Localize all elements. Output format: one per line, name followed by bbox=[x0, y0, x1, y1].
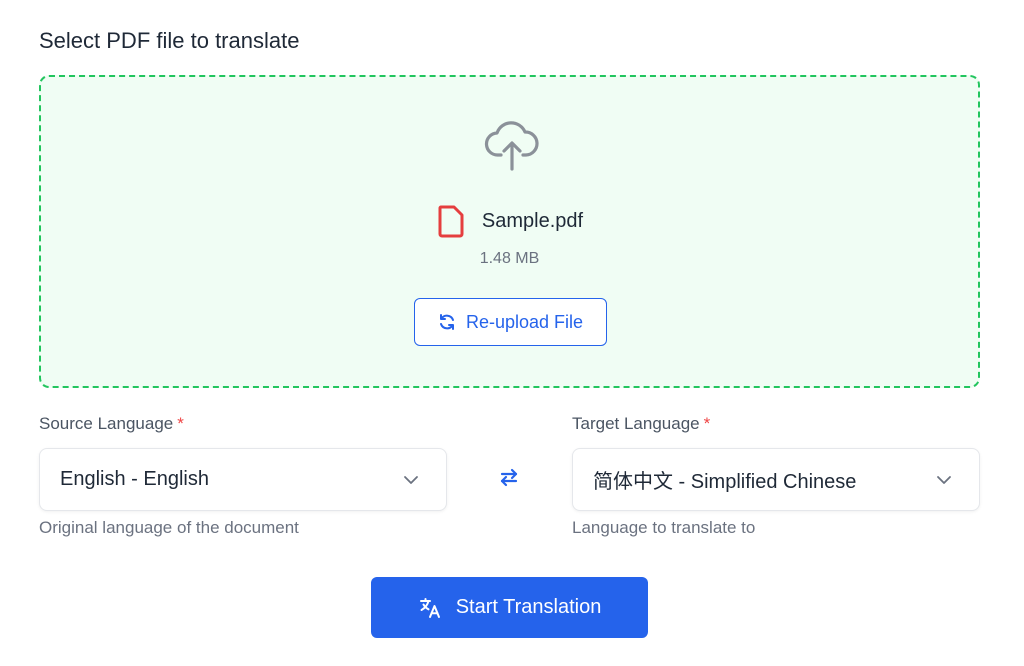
file-size: 1.48 MB bbox=[479, 250, 540, 267]
source-language-label-text: Source Language bbox=[39, 414, 174, 433]
required-mark: * bbox=[177, 414, 184, 433]
source-language-label: Source Language * bbox=[39, 414, 184, 434]
source-language-select[interactable]: English - English bbox=[39, 448, 447, 511]
target-language-label: Target Language * bbox=[572, 414, 710, 434]
section-title: Select PDF file to translate bbox=[39, 28, 300, 53]
reupload-label: Re-upload File bbox=[465, 311, 584, 332]
swap-arrows-icon bbox=[498, 466, 520, 493]
chevron-down-icon bbox=[935, 471, 953, 489]
required-mark: * bbox=[703, 414, 711, 433]
start-translation-label: Start Translation bbox=[455, 596, 602, 618]
target-language-value: 简体中文 - Simplified Chinese bbox=[593, 471, 857, 493]
source-language-helper: Original language of the document bbox=[39, 518, 299, 537]
pdf-file-icon bbox=[436, 203, 466, 239]
cloud-upload-icon bbox=[484, 117, 540, 173]
start-translation-button[interactable]: Start Translation bbox=[371, 577, 648, 638]
reupload-button[interactable]: Re-upload File bbox=[414, 298, 607, 346]
source-language-value: English - English bbox=[60, 468, 209, 490]
translate-icon bbox=[418, 596, 442, 620]
target-language-select[interactable]: 简体中文 - Simplified Chinese bbox=[572, 448, 980, 511]
target-language-label-text: Target Language bbox=[572, 414, 700, 433]
swap-languages-button[interactable] bbox=[492, 462, 526, 496]
chevron-down-icon bbox=[402, 471, 420, 489]
file-name: Sample.pdf bbox=[481, 209, 584, 232]
refresh-icon bbox=[438, 313, 456, 331]
selected-file: Sample.pdf bbox=[41, 203, 978, 239]
translate-page: Select PDF file to translate Sample.pdf … bbox=[0, 0, 1024, 666]
file-dropzone[interactable]: Sample.pdf 1.48 MB Re-upload File bbox=[39, 75, 980, 388]
target-language-helper: Language to translate to bbox=[572, 518, 756, 537]
